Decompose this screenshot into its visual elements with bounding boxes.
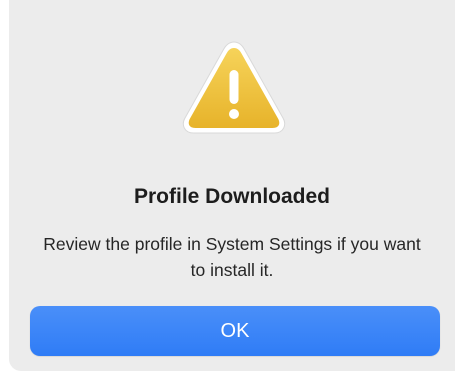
dialog-message: Review the profile in System Settings if… — [43, 234, 421, 280]
dialog-title: Profile Downloaded — [133, 185, 330, 208]
warning-triangle-icon — [175, 36, 293, 140]
ok-button[interactable]: OK — [30, 306, 440, 356]
profile-downloaded-dialog: Profile Downloaded Review the profile in… — [9, 0, 455, 371]
